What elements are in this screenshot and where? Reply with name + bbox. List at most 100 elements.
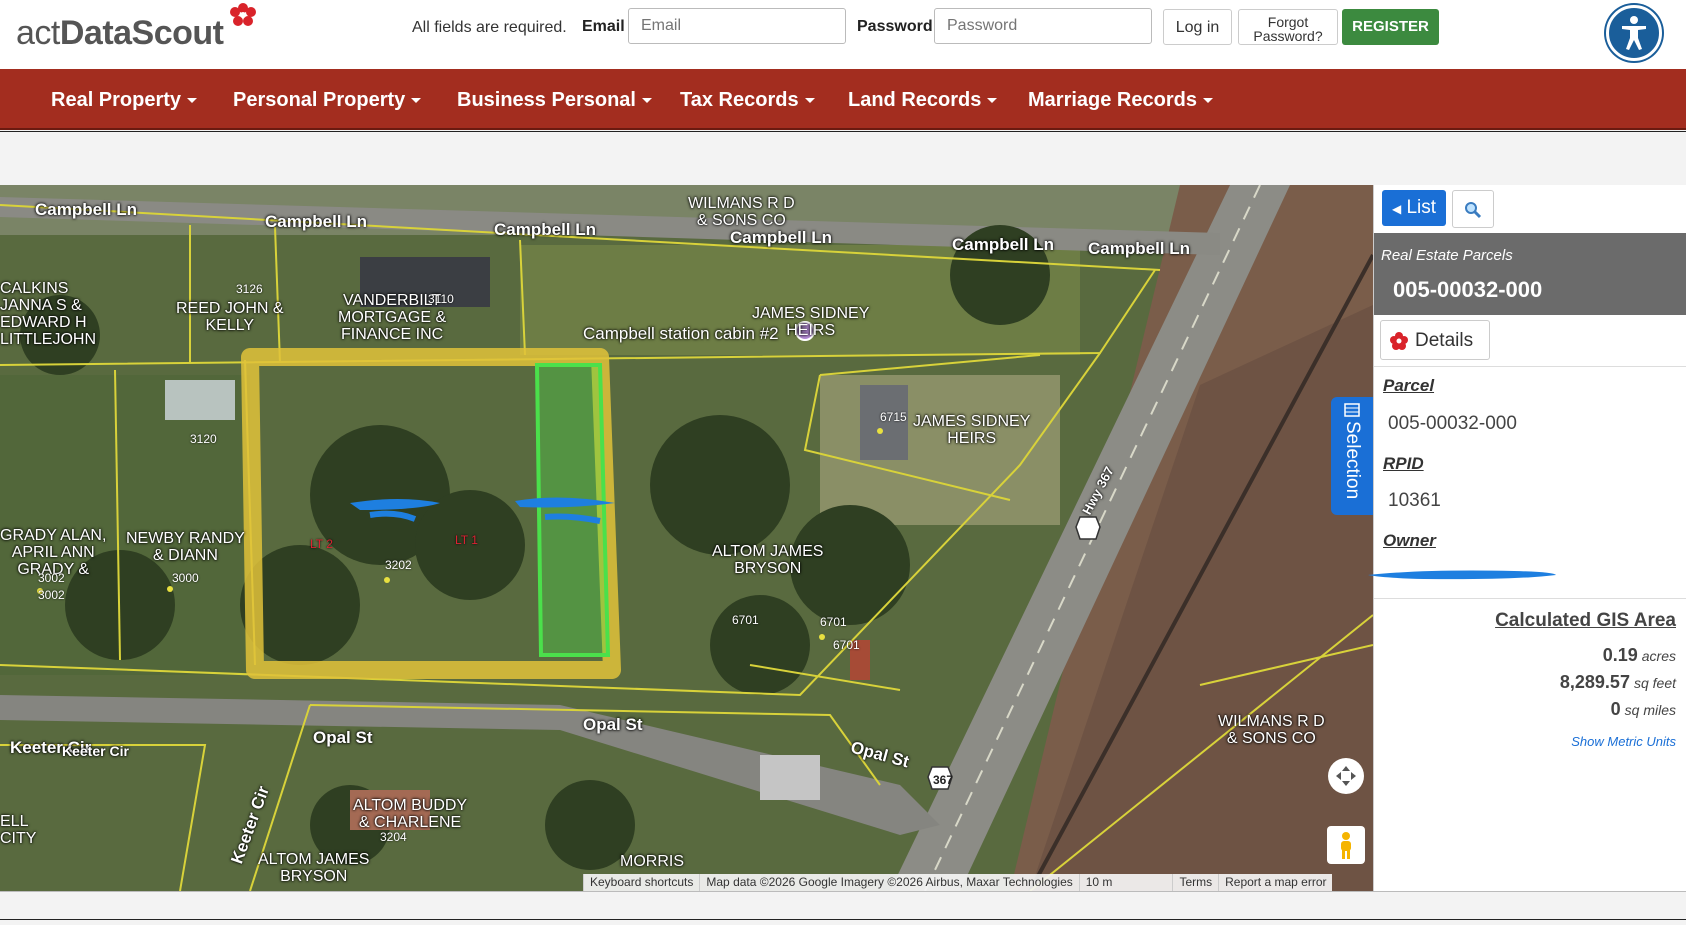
gis-acres-unit: acres bbox=[1641, 648, 1676, 664]
gis-sqfeet-value: 8,289.57 bbox=[1559, 672, 1630, 692]
nav-label: Business Personal bbox=[457, 89, 636, 111]
address-label: 3110 bbox=[428, 292, 454, 306]
street-label: Campbell Ln bbox=[494, 220, 597, 239]
nav-tax-records[interactable]: Tax Records bbox=[680, 89, 815, 112]
owner-label: ALTOM JAMES BRYSON bbox=[258, 851, 370, 885]
selection-tab-label: Selection bbox=[1342, 421, 1363, 500]
gis-area-title: Calculated GIS Area bbox=[1495, 610, 1676, 631]
address-label: 3120 bbox=[190, 432, 217, 446]
logo-flower-icon bbox=[230, 3, 256, 26]
parcel-panel: ◀ List Real Estate Parcels 005-00032-000… bbox=[1368, 185, 1686, 891]
parcel-id-heading: 005-00032-000 bbox=[1393, 277, 1543, 302]
details-button[interactable]: Details bbox=[1380, 320, 1490, 360]
report-error-link[interactable]: Report a map error bbox=[1218, 874, 1332, 891]
address-label: 6701 bbox=[833, 638, 860, 652]
rpid-value: 10361 bbox=[1388, 490, 1441, 511]
nav-personal-property[interactable]: Personal Property bbox=[233, 89, 422, 112]
required-note: All fields are required. bbox=[412, 19, 567, 36]
street-label: Campbell Ln bbox=[1088, 239, 1191, 258]
owner-label: MORRIS bbox=[620, 853, 684, 870]
accessibility-button[interactable] bbox=[1606, 5, 1662, 61]
owner-label: ELL CITY bbox=[0, 813, 37, 847]
parcel-map[interactable]: Campbell Ln Campbell Ln Campbell Ln Camp… bbox=[0, 185, 1373, 891]
parcel-value: 005-00032-000 bbox=[1388, 413, 1517, 434]
page-footer bbox=[0, 891, 1686, 925]
accessibility-icon bbox=[1622, 16, 1646, 50]
password-input[interactable] bbox=[934, 8, 1152, 44]
caret-down-icon bbox=[804, 98, 815, 104]
selection-tab[interactable]: Selection bbox=[1331, 397, 1373, 515]
street-label: Opal St bbox=[313, 728, 373, 747]
scale-bar[interactable]: 10 m bbox=[1078, 874, 1173, 891]
gis-sqmiles-unit: sq miles bbox=[1624, 702, 1676, 718]
nav-label: Personal Property bbox=[233, 89, 406, 111]
street-view-pegman[interactable] bbox=[1327, 826, 1365, 864]
terms-link[interactable]: Terms bbox=[1172, 874, 1218, 891]
owner-label: WILMANS R D & SONS CO bbox=[688, 195, 795, 229]
nav-land-records[interactable]: Land Records bbox=[848, 89, 998, 112]
divider bbox=[1374, 366, 1686, 367]
nav-real-property[interactable]: Real Property bbox=[51, 89, 198, 112]
gis-acres: 0.19 acres bbox=[1603, 645, 1676, 666]
owner-label: Owner bbox=[1383, 531, 1436, 550]
map-attribution: Keyboard shortcuts Map data ©2026 Google… bbox=[583, 874, 1333, 891]
address-label: 3002 bbox=[38, 588, 65, 602]
caret-down-icon bbox=[987, 98, 998, 104]
list-button-label: List bbox=[1406, 197, 1437, 218]
address-label: 6715 bbox=[880, 410, 907, 424]
address-label: 6701 bbox=[820, 615, 847, 629]
register-button[interactable]: REGISTER bbox=[1342, 9, 1439, 45]
pan-control[interactable] bbox=[1328, 758, 1364, 794]
top-bar: actDataScout All fields are required. Em… bbox=[0, 0, 1686, 69]
grid-icon bbox=[1344, 403, 1360, 417]
owner-label: JAMES SIDNEY HEIRS bbox=[913, 413, 1031, 447]
sub-bar bbox=[0, 131, 1686, 185]
pegman-icon bbox=[1341, 832, 1351, 859]
email-label: Email bbox=[582, 18, 625, 35]
gis-sqmiles-value: 0 bbox=[1610, 699, 1621, 719]
caret-down-icon bbox=[411, 98, 422, 104]
poi-label[interactable]: Campbell station cabin #2 bbox=[583, 325, 779, 342]
address-label: 3202 bbox=[385, 558, 412, 572]
street-label: Campbell Ln bbox=[730, 228, 833, 247]
nav-label: Marriage Records bbox=[1028, 89, 1197, 111]
magnifier-icon bbox=[1465, 202, 1482, 219]
email-input[interactable] bbox=[628, 8, 846, 44]
street-label: Opal St bbox=[583, 715, 643, 734]
keyboard-shortcuts-link[interactable]: Keyboard shortcuts bbox=[583, 874, 699, 891]
login-button[interactable]: Log in bbox=[1163, 9, 1232, 45]
address-label: 3000 bbox=[172, 571, 199, 585]
route-shield-label: 367 bbox=[933, 773, 954, 787]
chevron-left-icon: ◀ bbox=[1391, 202, 1402, 216]
forgot-password-button[interactable]: Forgot Password? bbox=[1238, 9, 1338, 45]
lot-label: LT 2 bbox=[310, 537, 333, 551]
list-button[interactable]: ◀ List bbox=[1382, 190, 1446, 226]
rpid-label: RPID bbox=[1383, 454, 1424, 473]
street-label: Campbell Ln bbox=[265, 212, 368, 231]
nav-label: Land Records bbox=[848, 89, 982, 111]
nav-business-personal[interactable]: Business Personal bbox=[457, 89, 652, 112]
gis-sqmiles: 0 sq miles bbox=[1611, 699, 1676, 720]
password-label: Password bbox=[857, 18, 933, 35]
address-label: 3002 bbox=[38, 571, 65, 585]
nav-marriage-records[interactable]: Marriage Records bbox=[1028, 89, 1213, 112]
panel-subtitle: Real Estate Parcels bbox=[1381, 247, 1513, 264]
gis-acres-value: 0.19 bbox=[1602, 645, 1638, 665]
gis-sqfeet: 8,289.57 sq feet bbox=[1560, 672, 1676, 693]
street-label: Keeter Cir bbox=[62, 743, 129, 759]
details-label: Details bbox=[1415, 330, 1474, 351]
owner-label: REED JOHN & KELLY bbox=[176, 300, 284, 334]
owner-redaction bbox=[1368, 570, 1556, 580]
street-label: Campbell Ln bbox=[35, 200, 138, 219]
lot-label: LT 1 bbox=[455, 533, 478, 547]
main-nav: Real Property Personal Property Business… bbox=[0, 69, 1686, 130]
forgot-line-1: Forgot bbox=[1267, 14, 1309, 30]
caret-down-icon bbox=[1202, 98, 1213, 104]
flower-icon bbox=[1390, 332, 1408, 350]
divider bbox=[1374, 598, 1686, 599]
owner-label: ALTOM JAMES BRYSON bbox=[712, 543, 824, 577]
actdatascout-logo[interactable]: actDataScout bbox=[16, 3, 266, 66]
search-button[interactable] bbox=[1452, 190, 1494, 228]
caret-down-icon bbox=[641, 98, 652, 104]
show-metric-link[interactable]: Show Metric Units bbox=[1571, 734, 1676, 749]
